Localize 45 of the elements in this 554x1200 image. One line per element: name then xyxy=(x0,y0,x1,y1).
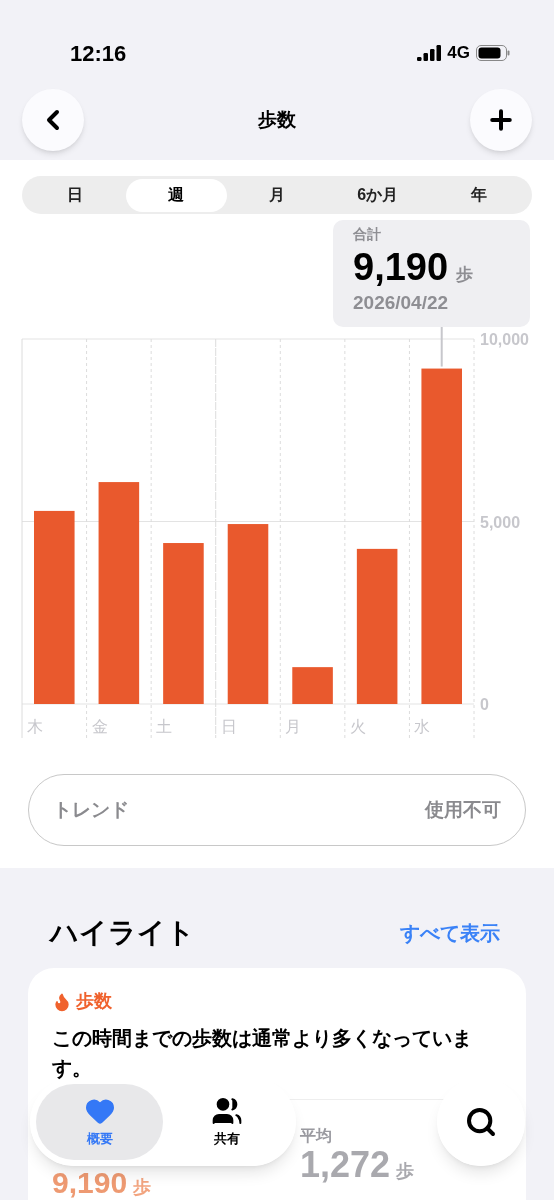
stat-label: 平均 xyxy=(300,1126,332,1146)
flame-icon xyxy=(52,991,72,1012)
summary-unit: 歩 xyxy=(456,264,474,286)
search-icon xyxy=(465,1106,497,1138)
card-message: この時間までの歩数は通常より多くなっています。 xyxy=(52,1026,473,1081)
tab-bar-item[interactable]: 共有 xyxy=(163,1084,290,1160)
leader-line xyxy=(440,327,443,368)
x-axis-label: 金 xyxy=(91,718,108,735)
summary-label: 合計 xyxy=(353,225,381,244)
section-title: ハイライト xyxy=(50,916,195,950)
step-bar[interactable] xyxy=(98,482,140,704)
summary-value: 9,190 xyxy=(353,245,449,289)
stat-unit: 歩 xyxy=(396,1160,415,1183)
x-axis-label: 月 xyxy=(285,718,302,735)
today-value: 9,190 xyxy=(52,1168,128,1198)
summary-date: 2026/04/22 xyxy=(353,291,449,315)
battery-icon xyxy=(476,45,510,61)
x-axis-label: 日 xyxy=(220,718,237,735)
stat-value: 1,272 xyxy=(300,1146,391,1184)
range-tab[interactable]: 年 xyxy=(428,178,529,212)
x-axis-label: 木 xyxy=(27,718,43,735)
today-unit: 歩 xyxy=(133,1176,152,1199)
range-tab[interactable]: 週 xyxy=(125,178,227,212)
step-bar[interactable] xyxy=(421,368,462,704)
add-button[interactable] xyxy=(470,89,532,151)
network-label: 4G xyxy=(447,42,470,65)
step-bar[interactable] xyxy=(227,524,269,704)
y-axis-label: 10,000 xyxy=(480,331,529,348)
y-axis-label: 5,000 xyxy=(480,513,521,531)
range-tab[interactable]: 日 xyxy=(25,178,126,212)
x-axis-label: 水 xyxy=(414,718,431,735)
trend-value: 使用不可 xyxy=(425,797,501,822)
signal-icon xyxy=(417,45,442,61)
x-axis-label: 火 xyxy=(349,718,366,735)
range-tab[interactable]: 月 xyxy=(226,178,328,212)
step-bar[interactable] xyxy=(34,510,75,704)
back-button[interactable] xyxy=(22,89,84,151)
status-time: 12:16 xyxy=(70,39,127,68)
range-tab[interactable]: 6か月 xyxy=(327,178,429,212)
y-axis-label: 0 xyxy=(480,696,489,713)
x-axis-label: 土 xyxy=(156,718,173,735)
step-bar[interactable] xyxy=(356,548,398,704)
card-category: 歩数 xyxy=(76,990,112,1013)
trend-label: トレンド xyxy=(53,797,129,822)
page-title: 歩数 xyxy=(258,107,296,132)
